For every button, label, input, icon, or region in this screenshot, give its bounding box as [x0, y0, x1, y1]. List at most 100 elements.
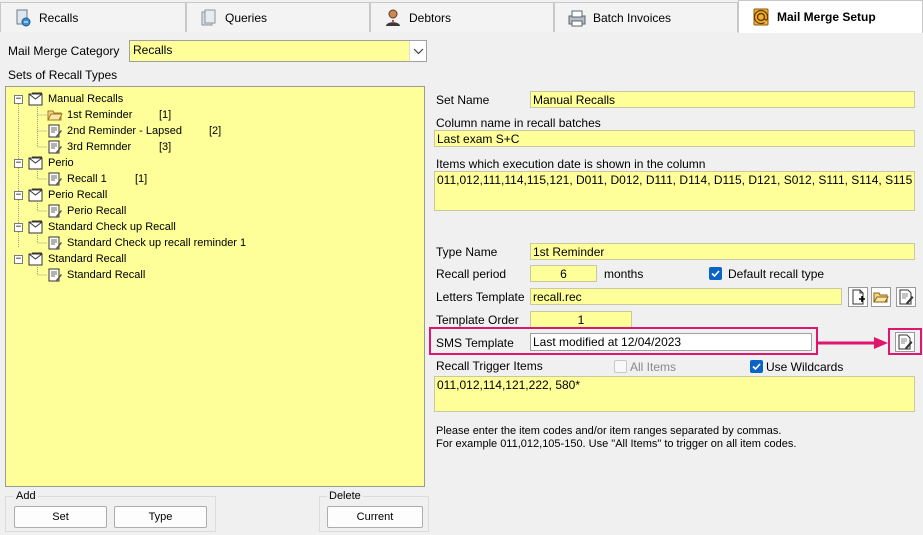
recall-set-icon: [28, 251, 44, 267]
items-exec-label: Items which execution date is shown in t…: [436, 157, 706, 171]
tab-label: Debtors: [409, 10, 452, 25]
tree-type-2nd-reminder[interactable]: 2nd Reminder - Lapsed [2]: [47, 123, 221, 139]
tree-type-standard-check-up-reminder[interactable]: Standard Check up recall reminder 1: [47, 235, 246, 251]
set-name-label: Set Name: [436, 93, 490, 107]
tab-label: Batch Invoices: [593, 10, 672, 25]
tree-node-label: Perio Recall: [67, 205, 127, 217]
tab-label: Recalls: [39, 10, 79, 25]
items-exec-field[interactable]: 011,012,111,114,115,121, D011, D012, D11…: [434, 171, 915, 211]
delete-current-button[interactable]: Current: [327, 506, 423, 528]
recall-period-unit: months: [604, 267, 644, 281]
help-line-2: For example 011,012,105-150. Use "All It…: [436, 438, 797, 450]
collapse-toggle[interactable]: −: [14, 95, 23, 104]
tree-node-label: Standard Recall: [48, 253, 127, 265]
column-name-field[interactable]: Last exam S+C: [434, 130, 915, 147]
tree-node-order: [1]: [135, 173, 148, 185]
queries-icon: [199, 8, 219, 28]
add-set-button[interactable]: Set: [14, 506, 107, 528]
new-template-button[interactable]: [848, 287, 868, 307]
open-folder-icon: [47, 107, 63, 123]
letters-template-field[interactable]: recall.rec: [530, 288, 842, 305]
tree-node-order: [3]: [159, 141, 172, 153]
collapse-toggle[interactable]: −: [14, 191, 23, 200]
tree-type-perio-recall[interactable]: Perio Recall: [47, 203, 126, 219]
collapse-toggle[interactable]: −: [14, 223, 23, 232]
add-type-button[interactable]: Type: [114, 506, 207, 528]
tab-queries[interactable]: Queries: [186, 2, 370, 32]
tree-node-label: Standard Check up Recall: [48, 221, 176, 233]
letters-template-label: Letters Template: [436, 290, 525, 304]
open-folder-icon: [872, 292, 890, 309]
category-value: Recalls: [133, 43, 173, 57]
letter-edit-icon: [47, 139, 63, 155]
chevron-down-icon[interactable]: [409, 41, 426, 61]
tab-label: Mail Merge Setup: [777, 10, 876, 24]
tab-recalls[interactable]: Recalls: [0, 2, 186, 32]
new-document-icon: [849, 289, 867, 309]
all-items-checkbox[interactable]: [614, 360, 627, 373]
batch-invoices-icon: [567, 8, 587, 28]
letter-edit-icon: [47, 235, 63, 251]
template-order-field[interactable]: 1: [530, 311, 632, 328]
tree-node-label: Standard Check up recall reminder 1: [67, 237, 247, 249]
tree-set-manual-recalls[interactable]: Manual Recalls: [28, 91, 123, 107]
category-label: Mail Merge Category: [8, 44, 120, 58]
tree-node-order: [1]: [159, 109, 172, 121]
collapse-toggle[interactable]: −: [14, 255, 23, 264]
recalls-icon: [13, 8, 33, 28]
tree-node-label: 2nd Reminder - Lapsed: [67, 125, 182, 137]
tree-set-standard-recall[interactable]: Standard Recall: [28, 251, 126, 267]
help-line-1: Please enter the item codes and/or item …: [436, 425, 782, 437]
open-template-button[interactable]: [871, 287, 891, 307]
edit-document-icon: [896, 334, 914, 354]
tab-batch-invoices[interactable]: Batch Invoices: [554, 2, 738, 32]
letter-edit-icon: [47, 123, 63, 139]
tree-type-recall-1[interactable]: Recall 1 [1]: [47, 171, 147, 187]
category-combo[interactable]: Recalls: [129, 40, 427, 62]
tab-debtors[interactable]: Debtors: [370, 2, 554, 32]
tree-type-1st-reminder[interactable]: 1st Reminder [1]: [47, 107, 171, 123]
recall-period-field[interactable]: 6: [530, 265, 597, 282]
template-order-label: Template Order: [436, 313, 519, 327]
use-wildcards-checkbox[interactable]: [750, 360, 763, 373]
tree-set-perio-recall[interactable]: Perio Recall: [28, 187, 107, 203]
tree-node-label: 3rd Remnder: [67, 141, 132, 153]
recall-set-icon: [28, 219, 44, 235]
tree-node-label: Perio: [48, 157, 74, 169]
recall-set-icon: [28, 187, 44, 203]
trigger-label: Recall Trigger Items: [436, 359, 543, 373]
tree-node-order: [2]: [209, 125, 222, 137]
tree-set-perio[interactable]: Perio: [28, 155, 74, 171]
tree-node-label: Standard Recall: [67, 269, 146, 281]
tree-type-3rd-remnder[interactable]: 3rd Remnder [3]: [47, 139, 171, 155]
recall-set-icon: [28, 155, 44, 171]
mail-merge-icon: [751, 7, 771, 27]
sms-template-field[interactable]: Last modified at 12/04/2023: [530, 333, 812, 351]
all-items-label: All Items: [630, 360, 677, 374]
collapse-toggle[interactable]: −: [14, 159, 23, 168]
default-recall-checkbox[interactable]: [709, 267, 722, 280]
recall-set-icon: [28, 91, 44, 107]
tab-mail-merge-setup[interactable]: Mail Merge Setup: [738, 0, 923, 33]
trigger-items-field[interactable]: 011,012,114,121,222, 580*: [434, 376, 915, 412]
tab-label: Queries: [225, 10, 268, 25]
type-name-field[interactable]: 1st Reminder: [530, 243, 915, 260]
recall-period-label: Recall period: [436, 267, 507, 281]
tree-node-label: 1st Reminder: [67, 109, 133, 121]
column-name-label: Column name in recall batches: [436, 116, 601, 130]
sms-template-label: SMS Template: [436, 336, 514, 350]
tab-strip: Recalls Queries Debtors Batch Invoices M…: [0, 0, 923, 33]
tree-type-standard-recall[interactable]: Standard Recall: [47, 267, 145, 283]
edit-letters-template-button[interactable]: [896, 287, 916, 307]
type-name-label: Type Name: [436, 245, 498, 259]
letter-edit-icon: [47, 171, 63, 187]
edit-sms-template-button[interactable]: [895, 332, 915, 352]
default-recall-label: Default recall type: [728, 267, 825, 281]
tree-set-standard-check-up[interactable]: Standard Check up Recall: [28, 219, 176, 235]
tree-node-label: Recall 1: [67, 173, 107, 185]
tree-node-label: Perio Recall: [48, 189, 108, 201]
recall-types-tree[interactable]: − Manual Recalls 1st Reminder [1] 2nd Re…: [5, 86, 425, 487]
debtors-icon: [383, 8, 403, 28]
add-group-title: Add: [14, 490, 38, 502]
set-name-field[interactable]: Manual Recalls: [530, 91, 915, 108]
